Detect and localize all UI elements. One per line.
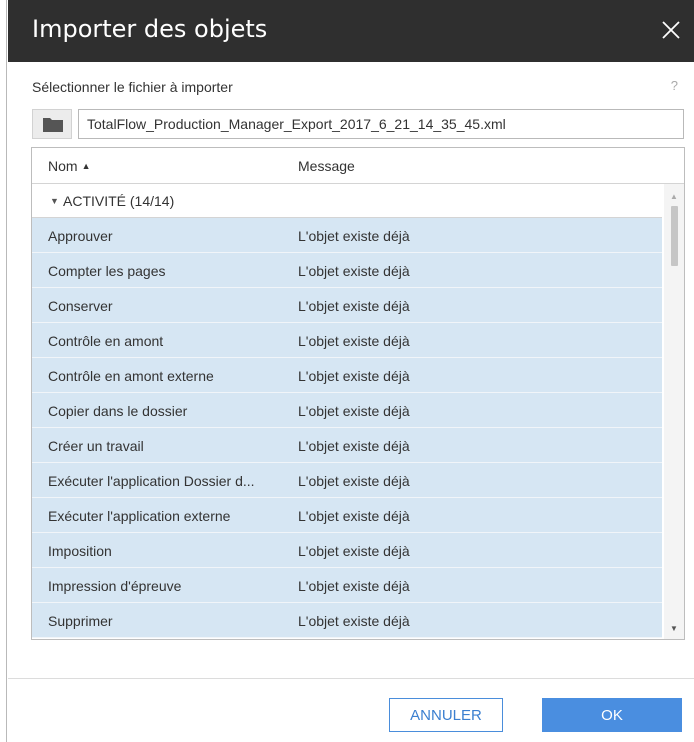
scroll-down-icon[interactable]: ▼ bbox=[670, 624, 678, 633]
cell-message: L'objet existe déjà bbox=[298, 228, 410, 244]
dialog-title: Importer des objets bbox=[32, 15, 268, 43]
cancel-button[interactable]: ANNULER bbox=[389, 698, 503, 732]
column-header-name[interactable]: Nom ▲ bbox=[48, 158, 90, 174]
cell-message: L'objet existe déjà bbox=[298, 473, 410, 489]
dialog-titlebar: Importer des objets bbox=[8, 0, 694, 62]
cell-message: L'objet existe déjà bbox=[298, 578, 410, 594]
table-scrollbar[interactable]: ▲ ▼ bbox=[664, 184, 684, 639]
ok-button[interactable]: OK bbox=[542, 698, 682, 732]
cell-name: Exécuter l'application externe bbox=[48, 508, 231, 524]
cell-name: Créer un travail bbox=[48, 438, 144, 454]
cell-message: L'objet existe déjà bbox=[298, 333, 410, 349]
browse-folder-button[interactable] bbox=[32, 109, 72, 139]
cell-name: Supprimer bbox=[48, 613, 113, 629]
table-row[interactable]: Conserver L'objet existe déjà bbox=[32, 288, 662, 323]
table-row[interactable]: Contrôle en amont externe L'objet existe … bbox=[32, 358, 662, 393]
cell-message: L'objet existe déjà bbox=[298, 263, 410, 279]
cell-message: L'objet existe déjà bbox=[298, 508, 410, 524]
cell-message: L'objet existe déjà bbox=[298, 298, 410, 314]
cell-name: Contrôle en amont bbox=[48, 333, 164, 349]
cell-message: L'objet existe déjà bbox=[298, 438, 410, 454]
table-row[interactable]: Contrôle en amont L'objet existe déjà bbox=[32, 323, 662, 358]
table-row[interactable]: Impression d'épreuve L'objet existe déjà bbox=[32, 568, 662, 603]
cell-name: Compter les pages bbox=[48, 263, 166, 279]
scroll-up-icon[interactable]: ▲ bbox=[670, 192, 678, 201]
cell-name: Conserver bbox=[48, 298, 113, 314]
cell-name: Copier dans le dossier bbox=[48, 403, 188, 419]
cell-name: Approuver bbox=[48, 228, 113, 244]
table-row[interactable]: Exécuter l'application Dossier d... L'obj… bbox=[32, 463, 662, 498]
table-row[interactable]: Exécuter l'application externe L'objet ex… bbox=[32, 498, 662, 533]
table-row[interactable]: Copier dans le dossier L'objet existe déj… bbox=[32, 393, 662, 428]
help-icon[interactable]: ? bbox=[671, 78, 678, 93]
folder-icon bbox=[43, 118, 63, 132]
cell-message: L'objet existe déjà bbox=[298, 543, 410, 559]
cell-name: Contrôle en amont externe bbox=[48, 368, 214, 384]
cell-message: L'objet existe déjà bbox=[298, 403, 410, 419]
close-icon bbox=[662, 21, 680, 39]
table-row[interactable]: Supprimer L'objet existe déjà bbox=[32, 603, 662, 638]
import-objects-dialog: Importer des objets Sélectionner le fich… bbox=[8, 0, 694, 742]
cell-message: L'objet existe déjà bbox=[298, 613, 410, 629]
scroll-thumb[interactable] bbox=[671, 206, 678, 266]
cell-name: Imposition bbox=[48, 543, 112, 559]
cell-name: Exécuter l'application Dossier d... bbox=[48, 473, 255, 489]
file-select-label: Sélectionner le fichier à importer bbox=[32, 79, 233, 95]
column-header-message[interactable]: Message bbox=[298, 158, 355, 174]
column-header-name-label: Nom bbox=[48, 158, 78, 174]
group-label: ACTIVITÉ (14/14) bbox=[63, 193, 175, 209]
background-window-border bbox=[6, 0, 7, 742]
close-button[interactable] bbox=[658, 17, 684, 43]
table-row[interactable]: Approuver L'objet existe déjà bbox=[32, 218, 662, 253]
table-body: Approuver L'objet existe déjà Compter les… bbox=[32, 218, 662, 638]
table-row[interactable]: Créer un travail L'objet existe déjà bbox=[32, 428, 662, 463]
footer-divider bbox=[8, 678, 694, 679]
table-header: Nom ▲ Message bbox=[32, 148, 684, 184]
import-results-table: Nom ▲ Message ▼ ACTIVITÉ (14/14) Approuve… bbox=[31, 147, 685, 640]
file-path-field[interactable]: TotalFlow_Production_Manager_Export_2017… bbox=[78, 109, 684, 139]
table-row[interactable]: Imposition L'objet existe déjà bbox=[32, 533, 662, 568]
group-row-activite[interactable]: ▼ ACTIVITÉ (14/14) bbox=[32, 184, 662, 218]
cell-name: Impression d'épreuve bbox=[48, 578, 182, 594]
collapse-caret-icon: ▼ bbox=[50, 196, 59, 206]
cell-message: L'objet existe déjà bbox=[298, 368, 410, 384]
sort-ascending-icon: ▲ bbox=[81, 161, 91, 171]
table-row[interactable]: Compter les pages L'objet existe déjà bbox=[32, 253, 662, 288]
